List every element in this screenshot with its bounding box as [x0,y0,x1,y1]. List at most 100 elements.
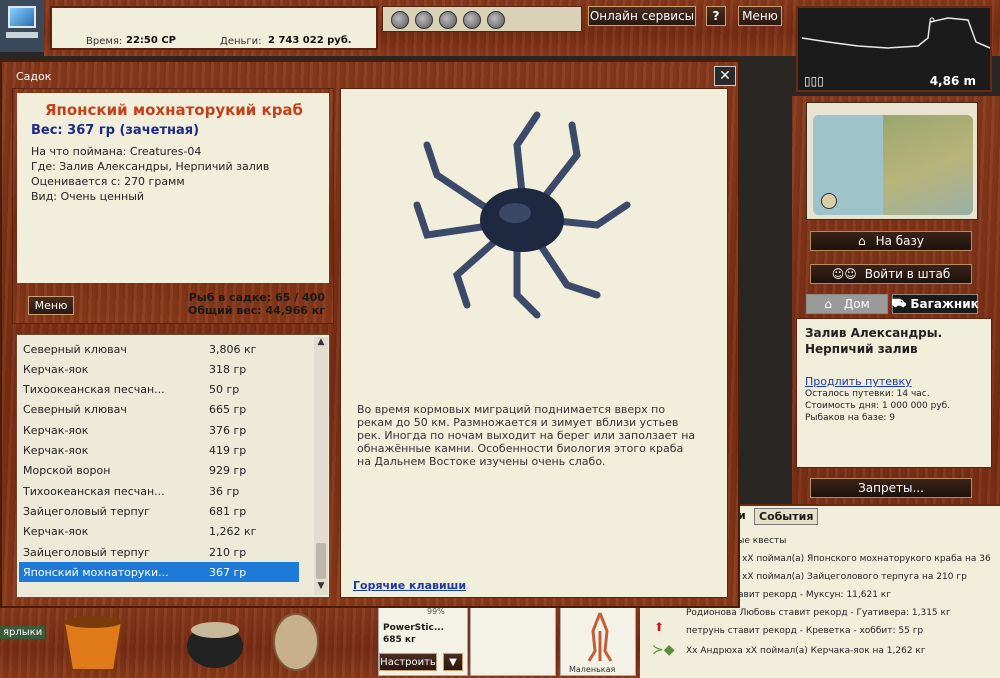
extend-trip-link[interactable]: Продлить путевку [805,375,912,388]
scroll-thumb[interactable] [316,543,326,579]
online-services-button[interactable]: Онлайн сервисы [588,6,696,26]
fish-list-row[interactable]: Керчак-яок 419 гр [19,441,299,461]
tab-events[interactable]: События [754,508,819,525]
fish-list-row[interactable]: Керчак-яок 1,262 кг [19,522,299,542]
home-icon: ⌂ [824,297,832,311]
fish-list-weight: 681 гр [209,504,247,518]
event-item: Родионова Любовь ставит рекорд - Гуативе… [686,608,951,618]
fish-list-name: Японский мохнаторуки... [23,565,169,579]
event-item: вые квесты [732,536,787,546]
event-item: авит рекорд - Муксун: 11,621 кг [738,590,891,600]
fish-list-name: Северный клювач [23,342,127,356]
depth-sonar-panel: ▯▯▯ 4,86 m [796,6,992,92]
rod-slot[interactable]: 99% PowerStic... 685 кг Настроить ▼ [378,606,468,676]
fish-list-weight: 367 гр [209,565,247,579]
depth-value: 4,86 m [929,74,976,88]
tab-trunk[interactable]: ⛟ Багажник [891,294,979,314]
fish-menu-button[interactable]: Меню [28,296,74,315]
fish-list-row[interactable]: Тихоокеанская песчан... 50 гр [19,380,299,400]
setup-button[interactable]: Настроить [379,653,437,671]
fish-list-row[interactable]: Зайцеголовый терпуг 210 гр [19,542,299,562]
bucket-icon[interactable] [58,612,128,674]
tab-home[interactable]: ⌂ Дом [806,294,888,314]
fish-list-row[interactable]: Керчак-яок 376 гр [19,420,299,440]
to-base-button[interactable]: ⌂ На базу [810,231,972,251]
fish-list-row[interactable]: Керчак-яок 318 гр [19,359,299,379]
fish-icon: ≻◆ [652,642,675,658]
event-item: Хх Андрюха хХ поймал(а) Керчака-яок на 1… [686,646,926,656]
desktop-computer-icon[interactable] [0,0,44,52]
fish-list-weight: 318 гр [209,362,247,376]
time-label: Время: [86,36,123,47]
sinker-icon[interactable] [391,11,409,29]
sinker-icon[interactable] [487,11,505,29]
rod-name: PowerStic... [383,623,445,633]
close-button[interactable]: ✕ [714,66,736,86]
squid-lure-icon [587,612,613,662]
fish-caught-on: На что поймана: Creatures-04 [31,145,202,158]
fish-name: Японский мохнаторукий краб [44,101,304,119]
time-value: 22:50 СР [126,35,176,46]
crab-image [413,111,631,319]
sinker-icon[interactable] [439,11,457,29]
enter-hq-label: Войти в штаб [864,267,951,281]
money-label: Деньги: [220,36,262,47]
bait-slots [382,6,582,32]
help-button[interactable]: ? [706,6,726,26]
compass-icon [821,193,837,209]
location-map-thumbnail[interactable] [806,102,978,220]
fish-list-weight: 3,806 кг [209,342,257,356]
record-up-icon: ⬆ [654,620,665,634]
anglers-on-base: Рыбаков на базе: 9 [805,413,895,423]
fish-list[interactable]: Северный клювач 3,806 кг Керчак-яок 318 гр Т… [16,334,330,598]
fish-list-weight: 210 гр [209,545,247,559]
tab-home-label: Дом [843,297,870,311]
fish-valued-from: Оценивается с: 270 грамм [31,175,185,188]
fish-list-name: Керчак-яок [23,444,89,457]
fish-count: Рыб в садке: 65 / 400 [188,291,325,304]
hotkeys-link[interactable]: Горячие клавиши [353,579,466,592]
battery-icon: ▯▯▯ [804,74,824,88]
car-icon: ⛟ [891,296,907,310]
empty-slot[interactable] [470,606,556,676]
lure-slot[interactable]: Маленькая [560,606,636,676]
cauldron-icon[interactable] [180,612,250,674]
status-panel: Время: 22:50 СР Деньги: 2 743 022 руб. [50,6,378,50]
fish-list-row[interactable]: Зайцеголовый терпуг 681 гр [19,501,299,521]
fish-list-name: Зайцеголовый терпуг [23,504,150,518]
fish-list-row[interactable]: Северный клювач 3,806 кг [19,339,299,359]
lure-label: Маленькая [569,665,616,674]
fish-weight: Вес: 367 гр (зачетная) [31,123,200,138]
fish-info-panel: Японский мохнаторукий краб Вес: 367 гр (… [12,88,334,324]
fish-list-weight: 50 гр [209,383,240,397]
fish-location: Где: Залив Александры, Нерпичий залив [31,160,270,173]
scroll-up-icon[interactable]: ▲ [314,337,328,351]
scroll-down-icon[interactable]: ▼ [314,581,328,595]
sinker-icon[interactable] [415,11,433,29]
fish-list-row[interactable]: Японский мохнаторуки... 367 гр [19,562,299,583]
event-item: хХ поймал(а) Японского мохнаторукого кра… [742,554,991,564]
fish-list-weight: 665 гр [209,403,247,417]
fish-list-name: Керчак-яок [23,423,89,437]
fish-list-weight: 1,262 кг [209,525,257,539]
rod-dropdown-button[interactable]: ▼ [443,653,463,671]
fish-list-name: Зайцеголовый терпуг [23,545,150,559]
fish-list-name: Тихоокеанская песчан... [23,383,165,397]
enter-hq-button[interactable]: ☺☺ Войти в штаб [810,264,972,284]
fish-list-name: Тихоокеанская песчан... [23,484,165,498]
money-value: 2 743 022 руб. [268,35,352,46]
people-icon: ☺☺ [831,267,857,281]
fish-list-row[interactable]: Северный клювач 665 гр [19,400,299,420]
fish-kind: Вид: Очень ценный [31,190,145,203]
main-menu-button[interactable]: Меню [738,6,782,26]
tab-trunk-label: Багажник [910,297,979,311]
shortcuts-label[interactable]: ярлыки [0,626,46,639]
fish-list-row[interactable]: Морской ворон 929 гр [19,461,299,481]
sinker-icon[interactable] [463,11,481,29]
location-info-box: Залив Александры. Нерпичий залив Продлит… [796,318,992,468]
rod-weight: 685 кг [383,635,416,645]
list-scrollbar[interactable]: ▲ ▼ [314,337,328,595]
bans-button[interactable]: Запреты... [810,478,972,498]
fish-list-row[interactable]: Тихоокеанская песчан... 36 гр [19,481,299,501]
landing-net-icon[interactable] [266,612,326,674]
